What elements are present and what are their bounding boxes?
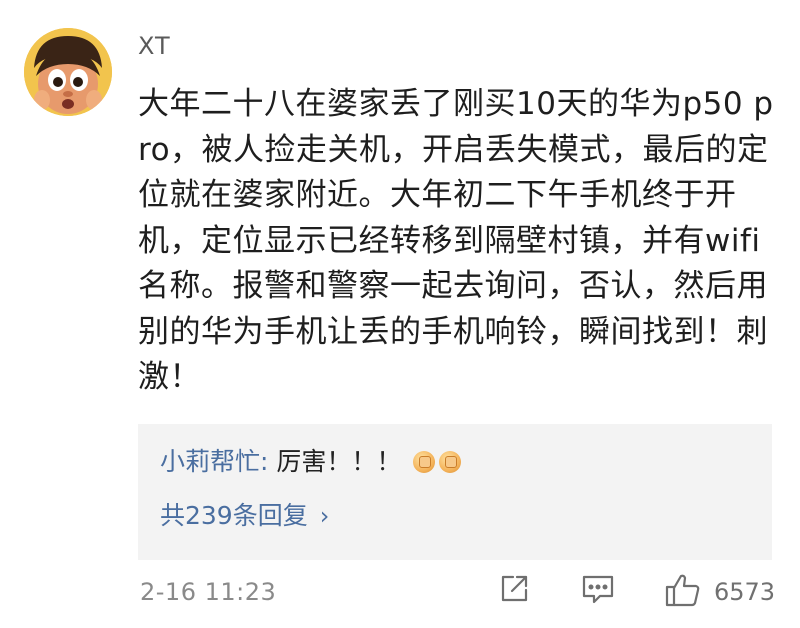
clap-icon [413, 451, 436, 473]
share-icon[interactable] [497, 572, 531, 610]
clap-icon [439, 451, 462, 473]
comment-icon[interactable] [580, 572, 616, 610]
cartoon-avatar-image [24, 28, 112, 116]
chevron-right-icon: › [319, 502, 330, 530]
reply-preview-box[interactable]: 小莉帮忙: 厉害！！！ 共239条回复 › [138, 424, 772, 560]
view-all-replies-link[interactable]: 共239条回复 › [160, 500, 329, 532]
comment-timestamp: 2-16 11:23 [140, 578, 277, 606]
thumbs-up-icon[interactable] [664, 572, 702, 612]
comment-text: 大年二十八在婆家丢了刚买10天的华为p50 pro，被人捡走关机，开启丢失模式，… [138, 86, 774, 395]
avatar[interactable] [24, 28, 112, 116]
like-count: 6573 [714, 578, 776, 606]
reply-preview-line: 小莉帮忙: 厉害！！！ [160, 446, 462, 478]
comment-username[interactable]: XT [138, 32, 171, 60]
reply-count-label: 共239条回复 [160, 501, 308, 530]
reply-author[interactable]: 小莉帮忙: [160, 447, 268, 476]
reply-content: 厉害！！！ [268, 447, 402, 476]
